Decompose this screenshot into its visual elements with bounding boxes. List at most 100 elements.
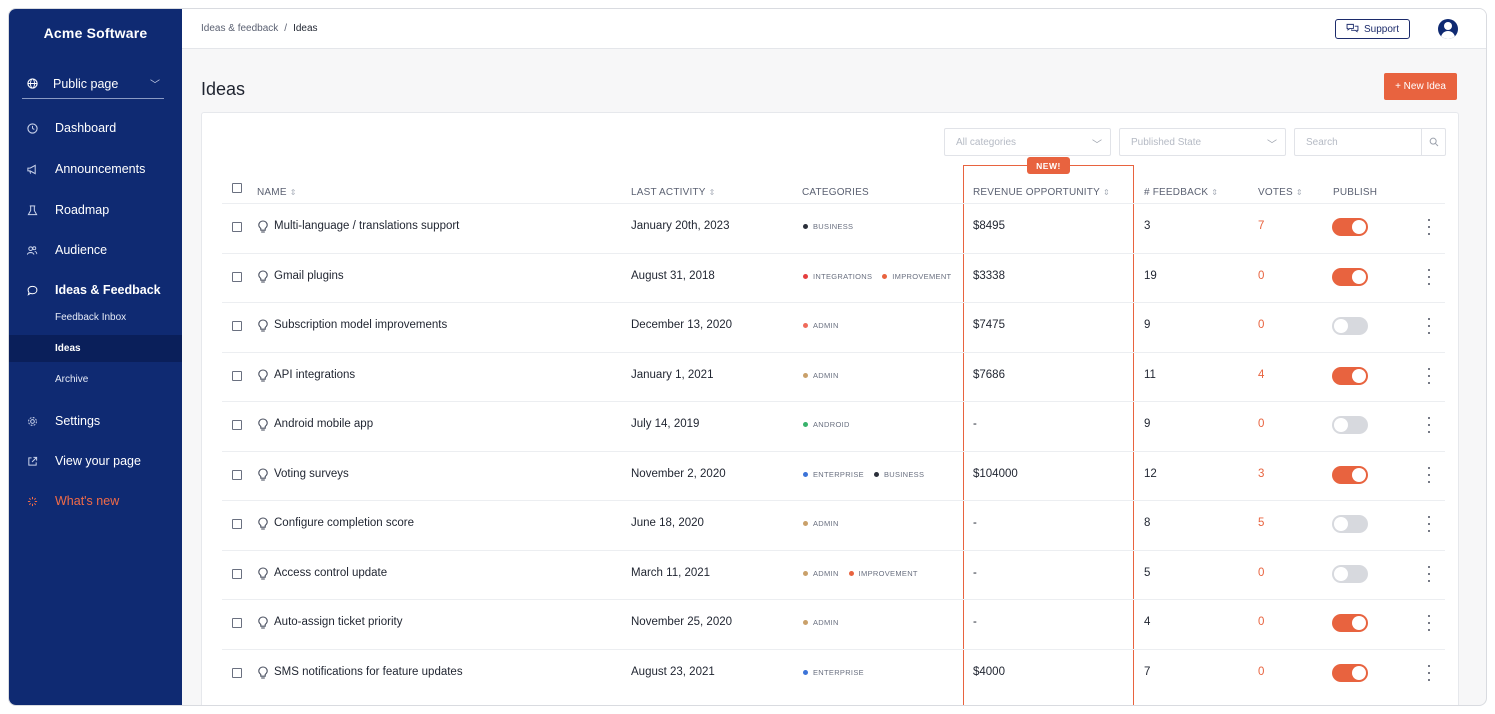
- last-activity: November 25, 2020: [631, 616, 733, 628]
- last-activity: June 18, 2020: [631, 517, 704, 529]
- row-checkbox[interactable]: [232, 469, 242, 480]
- row-checkbox[interactable]: [232, 271, 242, 282]
- row-checkbox[interactable]: [232, 568, 242, 579]
- table-row[interactable]: Subscription model improvements December …: [202, 302, 1460, 351]
- search-input[interactable]: Search: [1294, 128, 1446, 156]
- published-state-filter-value: Published State: [1131, 136, 1202, 148]
- categories-cell: ADMIN: [803, 321, 839, 330]
- publish-toggle[interactable]: [1332, 218, 1368, 236]
- column-header-categories: CATEGORIES: [802, 187, 869, 198]
- idea-name[interactable]: API integrations: [274, 369, 355, 381]
- table-row[interactable]: Android mobile app July 14, 2019 ANDROID - 9…: [202, 401, 1460, 450]
- sidebar-item-dashboard[interactable]: Dashboard: [22, 118, 116, 138]
- support-button[interactable]: Support: [1335, 19, 1410, 39]
- more-options-icon[interactable]: [1426, 565, 1432, 582]
- publish-toggle[interactable]: [1332, 515, 1368, 533]
- new-idea-button[interactable]: + New Idea: [1384, 73, 1457, 100]
- idea-name[interactable]: SMS notifications for feature updates: [274, 666, 463, 678]
- sidebar-subitem-ideas[interactable]: Ideas: [9, 335, 182, 362]
- column-header-feedback[interactable]: # FEEDBACK ⇕: [1144, 187, 1218, 198]
- sidebar-item-roadmap[interactable]: Roadmap: [22, 200, 109, 220]
- row-checkbox[interactable]: [232, 618, 242, 628]
- public-page-select[interactable]: Public page ﹀: [22, 69, 164, 99]
- breadcrumb-separator: /: [284, 23, 288, 34]
- idea-name[interactable]: Android mobile app: [274, 418, 373, 430]
- more-options-icon[interactable]: [1426, 318, 1432, 334]
- search-icon[interactable]: [1421, 129, 1445, 155]
- more-options-icon[interactable]: [1426, 417, 1432, 433]
- publish-toggle[interactable]: [1332, 317, 1368, 335]
- row-checkbox[interactable]: [232, 420, 242, 430]
- page-title: Ideas: [201, 79, 246, 99]
- avatar[interactable]: [1438, 19, 1458, 39]
- sort-icon: ⇕: [1102, 188, 1110, 197]
- publish-toggle[interactable]: [1332, 564, 1368, 583]
- votes-count: 0: [1258, 665, 1265, 678]
- votes-count: 0: [1258, 319, 1265, 331]
- select-all-checkbox[interactable]: [232, 183, 242, 193]
- idea-name[interactable]: Gmail plugins: [274, 270, 344, 282]
- category-dot: [882, 273, 888, 279]
- row-checkbox[interactable]: [232, 519, 242, 529]
- more-options-icon[interactable]: [1426, 466, 1432, 483]
- search-placeholder: Search: [1306, 136, 1338, 148]
- table-row[interactable]: Auto-assign ticket priority November 25, …: [202, 599, 1460, 648]
- more-options-icon[interactable]: [1426, 664, 1432, 681]
- toggle-knob: [1334, 418, 1348, 432]
- table-row[interactable]: Gmail plugins August 31, 2018 INTEGRATIONS…: [202, 253, 1460, 302]
- more-options-icon[interactable]: [1426, 615, 1432, 631]
- external-link-icon: [22, 456, 42, 467]
- row-checkbox[interactable]: [232, 321, 242, 331]
- sidebar-item-announcements[interactable]: Announcements: [22, 159, 145, 179]
- feedback-count: 12: [1144, 467, 1157, 480]
- categories-filter[interactable]: All categories ﹀: [944, 128, 1111, 156]
- breadcrumb-link-ideas-feedback[interactable]: Ideas & feedback: [201, 23, 278, 34]
- last-activity: January 1, 2021: [631, 368, 714, 381]
- publish-toggle[interactable]: [1332, 663, 1368, 682]
- publish-toggle[interactable]: [1332, 614, 1368, 632]
- table-row[interactable]: SMS notifications for feature updates Aug…: [202, 649, 1460, 698]
- sidebar-subitem-feedback-inbox[interactable]: Feedback Inbox: [9, 304, 182, 331]
- idea-name[interactable]: Voting surveys: [274, 468, 349, 480]
- category-tag: BUSINESS: [803, 222, 853, 231]
- more-options-icon[interactable]: [1426, 516, 1432, 532]
- publish-toggle[interactable]: [1332, 267, 1368, 286]
- more-options-icon[interactable]: [1426, 268, 1432, 285]
- more-options-icon[interactable]: [1426, 219, 1432, 235]
- categories-cell: ENTERPRISE BUSINESS: [803, 470, 924, 479]
- sidebar-item-view-page[interactable]: View your page: [22, 451, 141, 471]
- table-row[interactable]: Access control update March 11, 2021 ADMIN…: [202, 550, 1460, 599]
- more-options-icon[interactable]: [1426, 367, 1432, 384]
- idea-name[interactable]: Multi-language / translations support: [274, 220, 459, 232]
- table-row[interactable]: API integrations January 1, 2021 ADMIN $768…: [202, 352, 1460, 401]
- idea-name[interactable]: Access control update: [274, 567, 387, 579]
- category-label: ADMIN: [813, 519, 839, 528]
- publish-toggle[interactable]: [1332, 366, 1368, 385]
- row-checkbox[interactable]: [232, 667, 242, 678]
- column-header-name[interactable]: NAME ⇕: [257, 187, 297, 198]
- sidebar-subitem-archive[interactable]: Archive: [9, 366, 182, 393]
- category-tag: ADMIN: [803, 321, 839, 330]
- table-row[interactable]: Multi-language / translations support Jan…: [202, 203, 1460, 252]
- publish-toggle[interactable]: [1332, 465, 1368, 484]
- sidebar-item-audience[interactable]: Audience: [22, 240, 107, 260]
- categories-filter-value: All categories: [956, 136, 1017, 148]
- toggle-knob: [1352, 616, 1366, 630]
- publish-toggle[interactable]: [1332, 416, 1368, 434]
- sidebar-item-ideas-feedback[interactable]: Ideas & Feedback: [22, 280, 161, 300]
- table-row[interactable]: Voting surveys November 2, 2020 ENTERPRISE…: [202, 451, 1460, 500]
- column-header-votes[interactable]: VOTES ⇕: [1258, 187, 1303, 198]
- column-header-last-activity[interactable]: LAST ACTIVITY ⇕: [631, 187, 716, 198]
- category-dot: [803, 422, 808, 427]
- idea-name[interactable]: Auto-assign ticket priority: [274, 616, 402, 628]
- idea-name[interactable]: Subscription model improvements: [274, 319, 447, 331]
- row-checkbox[interactable]: [232, 222, 242, 232]
- column-header-revenue[interactable]: REVENUE OPPORTUNITY ⇕: [973, 187, 1110, 198]
- row-checkbox[interactable]: [232, 370, 242, 381]
- last-activity: July 14, 2019: [631, 418, 700, 430]
- published-state-filter[interactable]: Published State ﹀: [1119, 128, 1286, 156]
- sidebar-item-whats-new[interactable]: What's new: [22, 491, 119, 511]
- sidebar-item-settings[interactable]: Settings: [22, 411, 100, 431]
- table-row[interactable]: Configure completion score June 18, 2020 A…: [202, 500, 1460, 549]
- idea-name[interactable]: Configure completion score: [274, 517, 414, 529]
